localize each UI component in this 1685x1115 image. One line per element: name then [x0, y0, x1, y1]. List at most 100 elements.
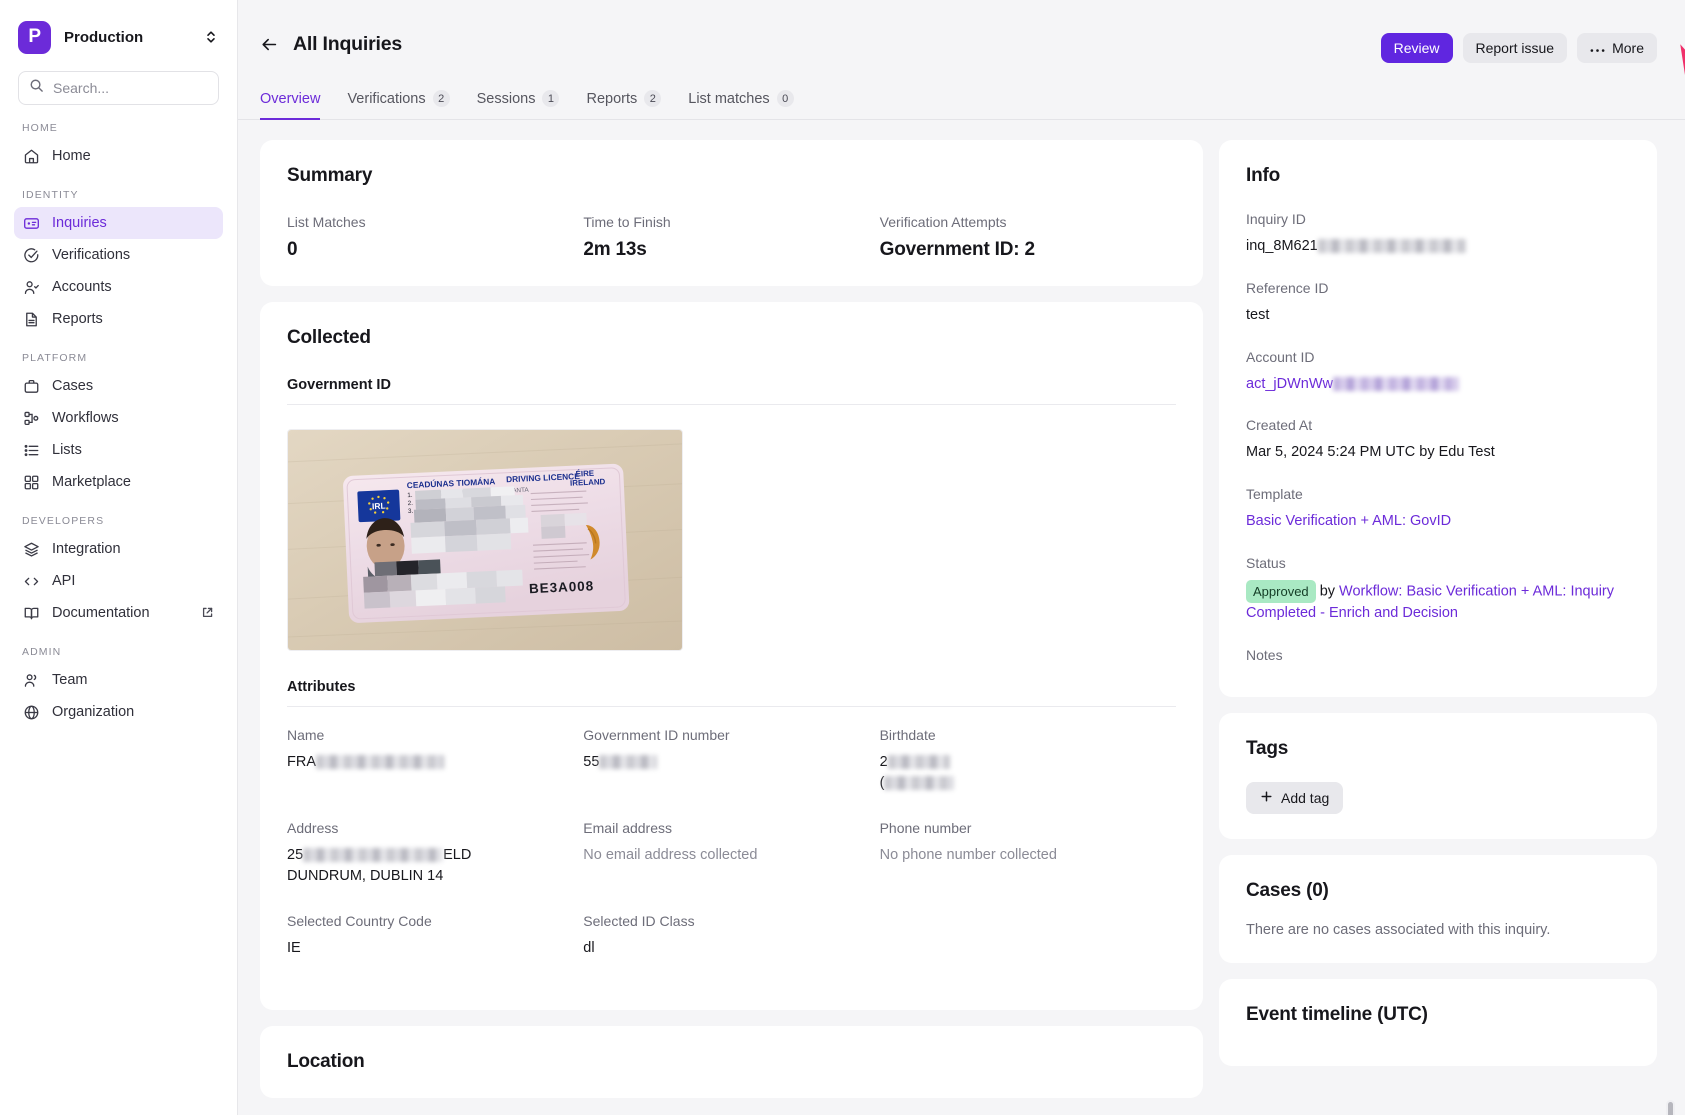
search-input[interactable]	[53, 80, 208, 96]
sidebar-item-api[interactable]: API	[14, 565, 223, 597]
account-id-link[interactable]: act_jDWnWw	[1246, 374, 1630, 396]
tab-label: Verifications	[347, 90, 426, 107]
metric-label: Time to Finish	[583, 214, 671, 230]
summary-metrics: List Matches 0 Time to Finish 2m 13s Ver…	[287, 214, 1176, 261]
sidebar-item-reports[interactable]: Reports	[14, 303, 223, 335]
attributes-grid: Name FRA Government ID number 55 Birthda…	[287, 727, 1176, 985]
cases-card: Cases (0) There are no cases associated …	[1219, 855, 1657, 963]
status-by-text: by	[1319, 583, 1336, 600]
external-link-icon	[201, 606, 215, 620]
tab-label: Reports	[586, 90, 638, 107]
info-row-created-at: Created At Mar 5, 2024 5:24 PM UTC by Ed…	[1246, 417, 1630, 464]
add-tag-button[interactable]: Add tag	[1246, 782, 1344, 814]
attribute-label: Email address	[583, 820, 672, 837]
sidebar-item-label: Marketplace	[52, 474, 131, 490]
attribute-value-suffix: ELD	[443, 847, 472, 864]
sidebar-item-cases[interactable]: Cases	[14, 370, 223, 402]
info-label: Notes	[1246, 647, 1283, 663]
attribute-value: 2 (	[880, 752, 1162, 794]
sidebar-item-label: Lists	[52, 442, 82, 458]
event-timeline-title: Event timeline (UTC)	[1246, 1004, 1428, 1025]
tab-verifications[interactable]: Verifications 2	[347, 90, 450, 120]
sidebar-item-organization[interactable]: Organization	[14, 696, 223, 728]
nav-section-developers: DEVELOPERS	[22, 515, 105, 527]
tab-overview[interactable]: Overview	[260, 90, 321, 120]
add-tag-label: Add tag	[1281, 790, 1330, 806]
report-issue-button[interactable]: Report issue	[1462, 33, 1568, 63]
info-label: Template	[1246, 486, 1303, 502]
info-value-text: inq_8M621	[1246, 238, 1318, 254]
info-title: Info	[1246, 165, 1281, 186]
sidebar-item-marketplace[interactable]: Marketplace	[14, 466, 223, 498]
info-label: Inquiry ID	[1246, 211, 1306, 227]
review-button[interactable]: Review	[1380, 33, 1453, 63]
attribute-value: dl	[583, 940, 595, 957]
sidebar-item-label: Team	[52, 672, 88, 688]
info-row-template: Template Basic Verification + AML: GovID	[1246, 486, 1630, 533]
org-name: Production	[64, 28, 144, 46]
attribute-value-line2: DUNDRUM, DUBLIN 14	[287, 868, 444, 885]
document-icon	[22, 310, 40, 328]
attribute-value: FRA	[287, 752, 569, 773]
tab-reports[interactable]: Reports 2	[586, 90, 662, 120]
government-id-photo[interactable]: IRL CEADÚNAS TIOMÁNA DRIVING LICENCE ÉIR…	[287, 429, 683, 651]
metric-verification-attempts: Verification Attempts Government ID: 2	[880, 214, 1176, 261]
info-label: Created At	[1246, 417, 1313, 434]
sidebar-item-verifications[interactable]: Verifications	[14, 239, 223, 271]
info-value: inq_8M621	[1246, 236, 1630, 258]
info-row-notes: Notes	[1246, 647, 1630, 663]
info-row-account-id: Account ID act_jDWnWw	[1246, 349, 1630, 396]
attribute-address: Address 25 ELD DUNDRUM, DUBLIN 14	[287, 820, 583, 887]
tab-list-matches[interactable]: List matches 0	[688, 90, 794, 120]
main-content: All Inquiries Review Report issue More O…	[238, 0, 1685, 1115]
ellipsis-icon	[1590, 40, 1605, 56]
org-switcher[interactable]: P Production	[14, 8, 223, 66]
metric-time-to-finish: Time to Finish 2m 13s	[583, 214, 879, 261]
metric-label: Verification Attempts	[879, 214, 1007, 230]
location-title: Location	[287, 1051, 365, 1073]
template-link[interactable]: Basic Verification + AML: GovID	[1246, 511, 1630, 533]
sidebar: P Production HOME	[0, 0, 238, 1115]
user-check-icon	[22, 278, 40, 296]
svg-text:3.: 3.	[408, 508, 414, 515]
svg-text:IRL: IRL	[372, 501, 386, 512]
attribute-label: Birthdate	[879, 727, 936, 743]
more-button[interactable]: More	[1577, 33, 1657, 63]
attribute-value-text: 25	[287, 847, 304, 864]
attribute-email-address: Email address No email address collected	[583, 820, 879, 887]
government-id-section-label: Government ID	[287, 377, 1176, 405]
metric-value: 2m 13s	[583, 239, 647, 260]
sidebar-item-team[interactable]: Team	[14, 664, 223, 696]
scrollbar-thumb[interactable]	[1668, 1102, 1673, 1115]
info-row-status: Status Approved by Workflow: Basic Verif…	[1246, 555, 1630, 625]
sidebar-item-documentation[interactable]: Documentation	[14, 597, 223, 629]
sidebar-item-integration[interactable]: Integration	[14, 533, 223, 565]
users-icon	[22, 671, 40, 689]
attribute-phone-number: Phone number No phone number collected	[880, 820, 1176, 887]
sidebar-item-accounts[interactable]: Accounts	[14, 271, 223, 303]
sidebar-item-inquiries[interactable]: Inquiries	[14, 207, 223, 239]
svg-text:IRELAND: IRELAND	[570, 477, 606, 488]
sidebar-item-label: Integration	[52, 541, 121, 557]
id-card-icon	[22, 214, 40, 232]
right-panel-scrollbar[interactable]	[1666, 1100, 1675, 1115]
search-box[interactable]	[18, 71, 219, 105]
tags-card: Tags Add tag	[1219, 713, 1657, 839]
tab-bar: Overview Verifications 2 Sessions 1 Repo…	[238, 90, 1685, 120]
redaction-block	[303, 848, 444, 863]
status-badge: Approved	[1246, 579, 1316, 604]
event-timeline-card: Event timeline (UTC)	[1219, 979, 1657, 1066]
sidebar-item-lists[interactable]: Lists	[14, 434, 223, 466]
info-row-inquiry-id: Inquiry ID inq_8M621	[1246, 211, 1630, 258]
sidebar-item-home[interactable]: Home	[14, 140, 223, 172]
tab-label: Sessions	[476, 90, 536, 107]
cases-empty-text: There are no cases associated with this …	[1246, 922, 1551, 938]
tab-sessions[interactable]: Sessions 1	[477, 90, 560, 120]
metric-list-matches: List Matches 0	[287, 214, 583, 261]
redaction-block	[884, 776, 955, 791]
app-logo: P	[18, 20, 51, 54]
app-root: P Production HOME	[0, 0, 1685, 1115]
collected-title: Collected	[287, 327, 371, 348]
sidebar-item-workflows[interactable]: Workflows	[14, 402, 223, 434]
arrow-left-icon[interactable]	[260, 35, 279, 54]
